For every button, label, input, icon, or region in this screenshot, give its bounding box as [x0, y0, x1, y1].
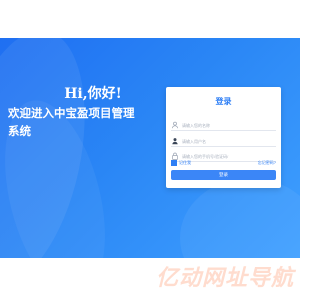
username-input[interactable] — [182, 120, 272, 130]
watermark-text: 亿动网址导航 — [155, 266, 294, 291]
password-field — [171, 136, 276, 147]
remember-checkbox[interactable] — [171, 160, 177, 166]
password-input[interactable] — [182, 136, 272, 146]
remember-me[interactable]: 记住我 — [171, 160, 191, 166]
username-field — [171, 120, 276, 131]
login-card: 登录 记住我 忘记密码? 登录 — [166, 87, 281, 188]
user-icon — [171, 137, 179, 145]
welcome-line-2: 系统 — [8, 124, 31, 138]
greeting: Hi,你好! — [64, 86, 122, 102]
forgot-password-link[interactable]: 忘记密码? — [258, 160, 276, 166]
user-icon — [171, 121, 179, 129]
login-button[interactable]: 登录 — [171, 170, 276, 180]
login-title: 登录 — [215, 97, 232, 106]
welcome-line-1: 欢迎进入中宝盈项目管理 — [8, 106, 135, 120]
welcome-text: Hi,你好! 欢迎进入中宝盈项目管理 系统 — [8, 86, 158, 138]
remember-label: 记住我 — [179, 160, 191, 165]
decorative-shape — [180, 178, 300, 258]
login-options: 记住我 忘记密码? — [171, 159, 276, 167]
watermark: 亿动网址导航 — [0, 264, 300, 294]
